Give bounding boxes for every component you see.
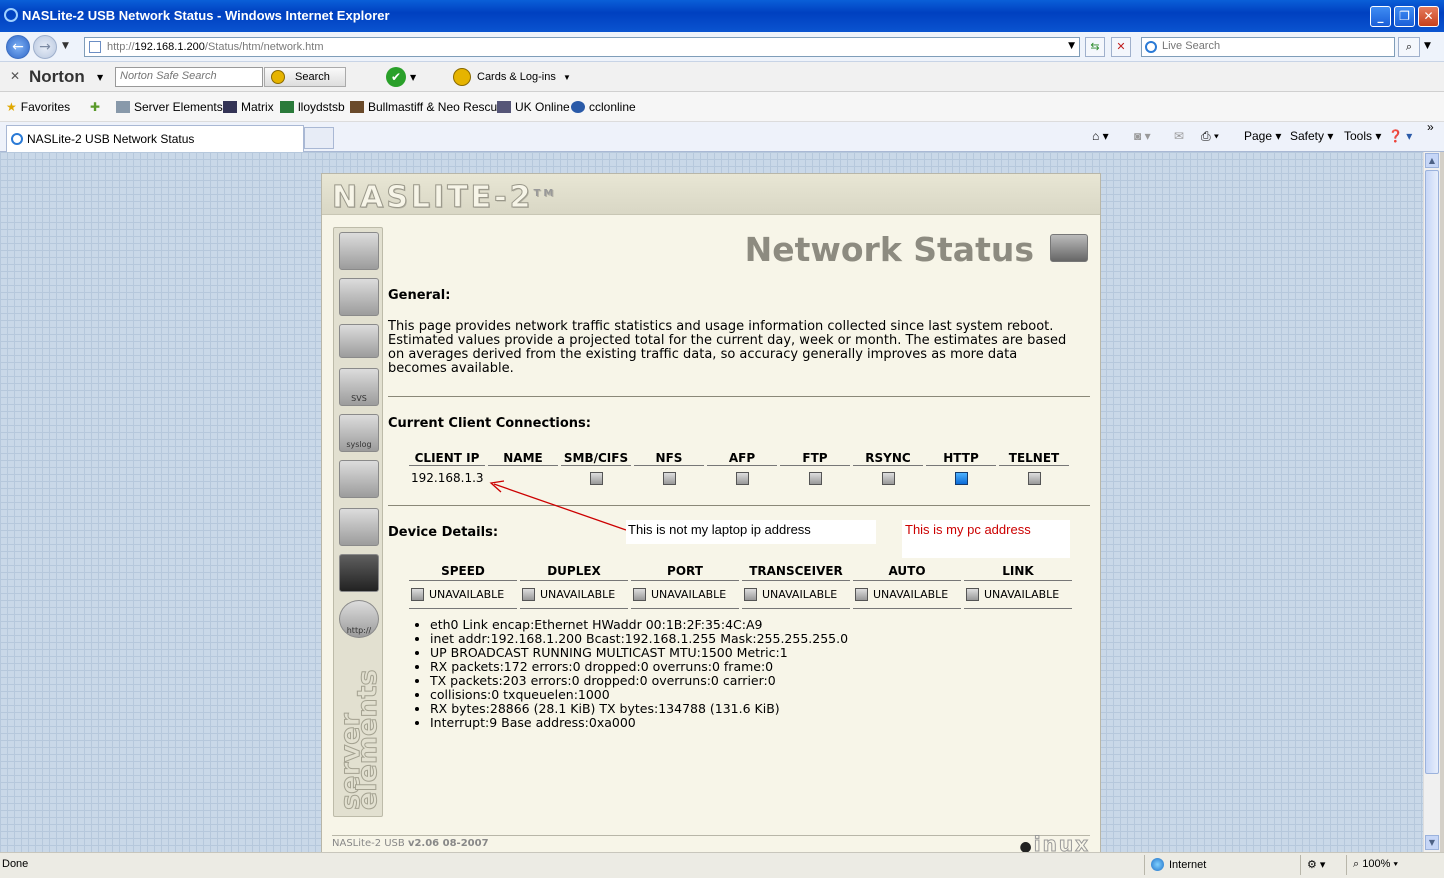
ie-logo-icon <box>4 8 18 22</box>
norton-brand[interactable]: Norton <box>29 67 85 87</box>
norton-menu-dropdown-icon[interactable]: ▼ <box>97 73 103 82</box>
scroll-up-icon[interactable]: ▲ <box>1425 153 1439 168</box>
favorites-button[interactable]: ★ Favorites <box>6 100 70 114</box>
live-search-logo-icon <box>1145 41 1157 53</box>
add-favorite-icon[interactable]: ✚ <box>90 100 100 114</box>
close-button[interactable]: ✕ <box>1418 6 1439 27</box>
search-options-dropdown-icon[interactable]: ▼ <box>1424 41 1431 51</box>
norton-toolbar: ✕ Norton ▼ Search ✔ ▼ Cards & Log-ins ▼ <box>0 62 1444 92</box>
favorite-matrix[interactable]: Matrix <box>223 100 274 114</box>
status-text: Done <box>2 858 29 870</box>
new-tab-button[interactable] <box>304 127 334 149</box>
home-icon[interactable]: ⌂ ▾ <box>1092 129 1109 143</box>
more-commands-icon[interactable]: » <box>1427 120 1434 134</box>
stop-icon[interactable]: ✕ <box>1111 37 1131 57</box>
globe-icon <box>1151 858 1164 871</box>
safety-menu[interactable]: Safety ▾ <box>1290 129 1333 143</box>
refresh-icon[interactable]: ⇆ <box>1085 37 1105 57</box>
protected-mode-icon[interactable]: ⚙ ▾ <box>1300 855 1344 875</box>
status-bar: Done Internet ⚙ ▾ ⌕ 100% ▾ <box>0 852 1444 878</box>
favorites-bar: ★ Favorites ✚ Server Elements Matrix lloy… <box>0 92 1444 122</box>
cards-logins-button[interactable]: Cards & Log-ins ▼ <box>453 68 571 87</box>
norton-logo-icon <box>271 70 285 84</box>
forward-button[interactable]: → <box>33 35 57 59</box>
norton-search-button-label: Search <box>295 71 330 83</box>
favorite-server-elements[interactable]: Server Elements <box>116 100 223 114</box>
favorite-bullmastiff-neo-rescue[interactable]: Bullmastiff & Neo Rescue <box>350 100 504 114</box>
norton-check-icon[interactable]: ✔ <box>386 67 406 87</box>
zoom-level[interactable]: ⌕ 100% ▾ <box>1346 855 1422 875</box>
page-viewport: NASLITE-2TM SVS syslog http:// server el… <box>0 152 1423 852</box>
address-input[interactable]: http://192.168.1.200/Status/htm/network.… <box>84 37 1080 57</box>
favorites-star-icon: ★ <box>6 100 17 114</box>
zoom-icon: ⌕ <box>1353 858 1360 870</box>
annotation-not-laptop-ip: This is not my laptop ip address <box>626 520 876 544</box>
recent-pages-dropdown-icon[interactable]: ▼ <box>62 41 69 51</box>
window-titlebar[interactable]: NASLite-2 USB Network Status - Windows I… <box>0 0 1444 32</box>
annotation-pc-address: This is my pc address <box>902 520 1070 558</box>
norton-search-input[interactable] <box>120 70 260 82</box>
cards-logins-label: Cards & Log-ins <box>477 71 556 83</box>
favorite-cclonline[interactable]: cclonline <box>571 100 636 114</box>
tools-menu[interactable]: Tools ▾ <box>1344 129 1381 143</box>
scroll-down-icon[interactable]: ▼ <box>1425 835 1439 850</box>
norton-search-box[interactable] <box>115 67 263 87</box>
vertical-scrollbar[interactable]: ▲ ▼ <box>1423 152 1440 852</box>
annotation-arrow <box>489 480 627 531</box>
live-search-input[interactable] <box>1162 40 1392 52</box>
back-button[interactable]: ← <box>6 35 30 59</box>
feeds-icon[interactable]: ◙ ▾ <box>1134 129 1151 143</box>
tab-naslite-network-status[interactable]: NASLite-2 USB Network Status <box>6 125 304 152</box>
live-search-box[interactable] <box>1141 37 1395 57</box>
tab-label: NASLite-2 USB Network Status <box>27 132 195 146</box>
lock-icon <box>453 68 471 86</box>
minimize-button[interactable]: _ <box>1370 6 1391 27</box>
search-icon[interactable]: ⌕ <box>1398 37 1420 57</box>
tab-bar: NASLite-2 USB Network Status ⌂ ▾ ◙ ▾ ✉ ⎙… <box>0 120 1444 152</box>
favorite-uk-online[interactable]: UK Online <box>497 100 570 114</box>
mail-icon[interactable]: ✉ <box>1174 129 1184 143</box>
security-zone[interactable]: Internet <box>1144 855 1294 875</box>
address-dropdown-icon[interactable]: ▼ <box>1068 41 1075 51</box>
cards-dropdown-icon: ▼ <box>562 73 571 82</box>
window-title: NASLite-2 USB Network Status - Windows I… <box>22 8 390 23</box>
address-bar-row: ← → ▼ http://192.168.1.200/Status/htm/ne… <box>0 32 1444 62</box>
tab-page-icon <box>11 133 23 145</box>
close-toolbar-icon[interactable]: ✕ <box>10 69 20 83</box>
scroll-thumb[interactable] <box>1425 170 1439 774</box>
page-icon <box>89 41 101 53</box>
page-menu[interactable]: Page ▾ <box>1244 129 1281 143</box>
norton-search-button[interactable]: Search <box>264 67 346 87</box>
restore-button[interactable]: ❐ <box>1394 6 1415 27</box>
url-text: http://192.168.1.200/Status/htm/network.… <box>107 41 324 53</box>
favorite-lloydstsb[interactable]: lloydstsb <box>280 100 345 114</box>
help-icon[interactable]: ❓ ▾ <box>1388 129 1412 143</box>
print-icon[interactable]: ⎙ ▾ <box>1201 129 1219 144</box>
check-dropdown-icon[interactable]: ▼ <box>410 73 416 82</box>
